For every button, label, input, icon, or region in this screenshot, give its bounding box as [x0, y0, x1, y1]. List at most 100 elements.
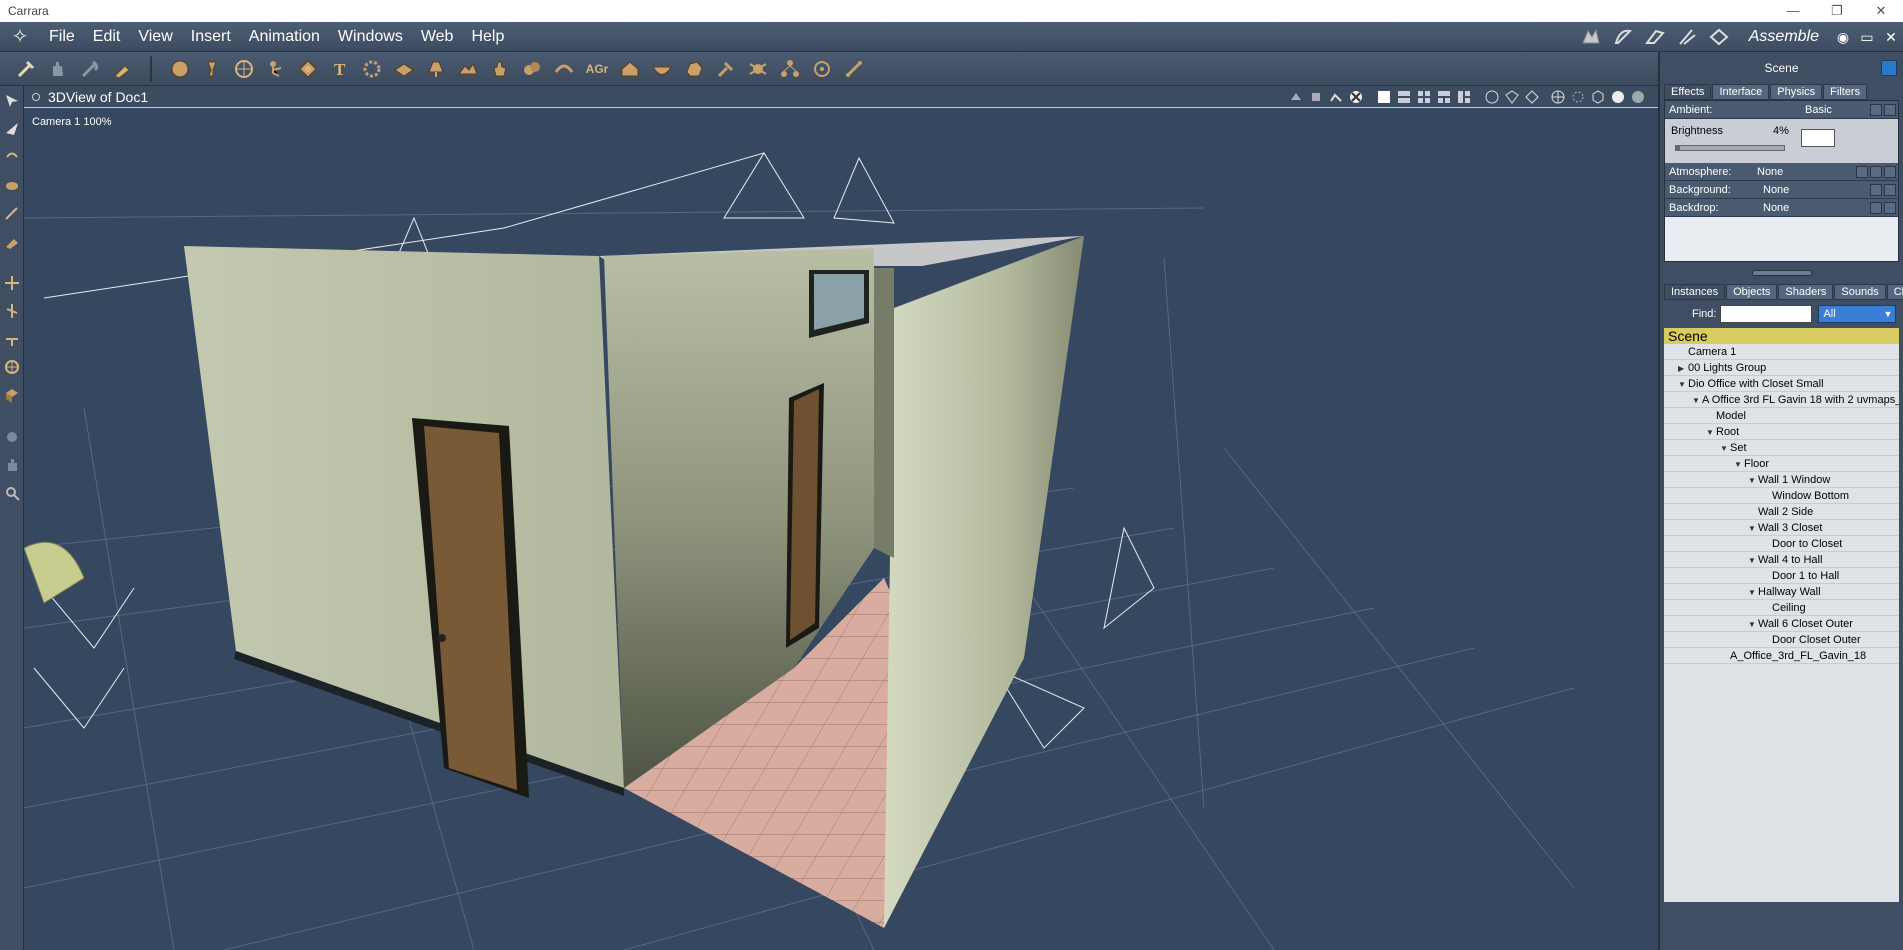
tab-interface[interactable]: Interface — [1712, 84, 1770, 100]
menu-view[interactable]: View — [129, 28, 181, 46]
object-handle[interactable] — [24, 541, 85, 604]
pan-icon[interactable] — [1, 452, 23, 478]
3d-viewport[interactable]: 3DView of Doc1 Camera 1 100% — [24, 86, 1658, 950]
right-wall[interactable] — [884, 236, 1084, 928]
tree-node[interactable]: ▼ Set — [1664, 440, 1899, 456]
menu-insert[interactable]: Insert — [182, 28, 240, 46]
expand-triangle-icon[interactable]: ▼ — [1748, 521, 1758, 537]
metaball-icon[interactable] — [518, 55, 546, 83]
menu-edit[interactable]: Edit — [84, 28, 130, 46]
tab-objects[interactable]: Objects — [1726, 284, 1778, 300]
scene-render[interactable] — [24, 108, 1658, 950]
brush-icon[interactable] — [1, 228, 23, 254]
restore-button[interactable]: ❐ — [1819, 0, 1855, 22]
assemble-room-icon[interactable] — [1576, 24, 1606, 50]
menu-help[interactable]: Help — [462, 28, 513, 46]
menu-animation[interactable]: Animation — [240, 28, 329, 46]
cube-view-icon[interactable] — [1590, 89, 1606, 105]
target-icon[interactable] — [808, 55, 836, 83]
tree-node[interactable]: ▼ Dio Office with Closet Small — [1664, 376, 1899, 392]
expand-triangle-icon[interactable]: ▼ — [1720, 441, 1730, 457]
bowl-icon[interactable] — [648, 55, 676, 83]
background-edit-icon[interactable] — [1870, 183, 1882, 196]
model-room-icon[interactable] — [1608, 24, 1638, 50]
tree-node[interactable]: ▼ A Office 3rd FL Gavin 18 with 2 uvmaps_ — [1664, 392, 1899, 408]
spline-icon[interactable] — [550, 55, 578, 83]
zoom-icon[interactable] — [1, 480, 23, 506]
expand-triangle-icon[interactable]: ▼ — [1734, 457, 1744, 473]
texture-sphere-icon[interactable] — [1630, 89, 1646, 105]
tree-node[interactable]: ▼ Wall 6 Closet Outer — [1664, 616, 1899, 632]
layout-split-icon[interactable] — [1456, 89, 1472, 105]
tree-node[interactable]: Door 1 to Hall — [1664, 568, 1899, 584]
camera-dolly-icon[interactable] — [1, 424, 23, 450]
cone-icon[interactable] — [198, 55, 226, 83]
render-hidden-icon[interactable] — [1524, 89, 1540, 105]
hand-tool-icon[interactable] — [44, 55, 72, 83]
layout-triple-icon[interactable] — [1436, 89, 1452, 105]
bone-icon[interactable] — [840, 55, 868, 83]
rock-icon[interactable] — [680, 55, 708, 83]
expand-triangle-icon[interactable]: ▼ — [1706, 425, 1716, 441]
panel-expand-icon[interactable] — [1881, 60, 1897, 76]
menu-file[interactable]: File — [40, 28, 84, 46]
tree-node[interactable]: ▼ Wall 3 Closet — [1664, 520, 1899, 536]
tab-effects[interactable]: Effects — [1664, 84, 1712, 100]
storyboard-room-icon[interactable] — [1640, 24, 1670, 50]
rotate-icon[interactable] — [1, 144, 23, 170]
room-close-icon[interactable]: ✕ — [1879, 29, 1903, 46]
tree-node[interactable]: Door to Closet — [1664, 536, 1899, 552]
grid-toggle-icon[interactable] — [1348, 89, 1364, 105]
layout-horizontal-icon[interactable] — [1396, 89, 1412, 105]
atmosphere-save-icon[interactable] — [1884, 165, 1896, 178]
gizmo-icon[interactable] — [1, 354, 23, 380]
layout-single-icon[interactable] — [1376, 89, 1392, 105]
brightness-slider[interactable] — [1675, 145, 1785, 151]
find-input[interactable] — [1720, 305, 1813, 323]
tab-shaders[interactable]: Shaders — [1778, 284, 1834, 300]
minimize-button[interactable]: — — [1775, 0, 1811, 22]
viewport-menu-icon[interactable] — [32, 92, 40, 101]
hierarchy-icon[interactable] — [776, 55, 804, 83]
expand-triangle-icon[interactable]: ▼ — [1678, 377, 1688, 393]
constrain-icon[interactable] — [1, 326, 23, 352]
expand-triangle-icon[interactable]: ▼ — [1748, 585, 1758, 601]
atmosphere-edit-icon[interactable] — [1870, 165, 1882, 178]
left-wall[interactable] — [184, 246, 624, 788]
box-icon[interactable] — [1, 382, 23, 408]
filter-select[interactable]: All ▼ — [1818, 305, 1897, 323]
background-save-icon[interactable] — [1884, 183, 1896, 196]
tree-node[interactable]: Ceiling — [1664, 600, 1899, 616]
agr-icon[interactable]: AGr — [582, 55, 612, 83]
close-button[interactable]: ✕ — [1863, 0, 1899, 22]
tab-sounds[interactable]: Sounds — [1834, 284, 1886, 300]
navigate-icon[interactable] — [1550, 89, 1566, 105]
layout-quad-icon[interactable] — [1416, 89, 1432, 105]
tree-node[interactable]: ▼ Floor — [1664, 456, 1899, 472]
tree-node[interactable]: Model — [1664, 408, 1899, 424]
brightness-color-swatch[interactable] — [1801, 129, 1835, 147]
menu-web[interactable]: Web — [412, 28, 463, 46]
camera-select-icon[interactable] — [1288, 89, 1304, 105]
pencil-icon[interactable] — [1, 200, 23, 226]
tree-node[interactable]: ▼ Hallway Wall — [1664, 584, 1899, 600]
tree-node[interactable]: Wall 2 Side — [1664, 504, 1899, 520]
tree-root-scene[interactable]: Scene — [1664, 328, 1899, 344]
plane-icon[interactable] — [390, 55, 418, 83]
spot-light-icon[interactable] — [422, 55, 450, 83]
tree-node[interactable]: ▶ 00 Lights Group — [1664, 360, 1899, 376]
text-icon[interactable]: T — [326, 55, 354, 83]
tree-node[interactable]: ▼ Wall 1 Window — [1664, 472, 1899, 488]
ambient-edit-icon[interactable] — [1870, 103, 1882, 116]
tab-physics[interactable]: Physics — [1770, 84, 1823, 100]
atmosphere-row[interactable]: Atmosphere: None — [1665, 163, 1898, 181]
select-tool-icon[interactable] — [12, 55, 40, 83]
atmosphere-value[interactable]: None — [1757, 166, 1783, 178]
expand-triangle-icon[interactable]: ▼ — [1748, 473, 1758, 489]
atmosphere-grid-icon[interactable] — [1856, 165, 1868, 178]
paint-tool-icon[interactable] — [108, 55, 136, 83]
texture-room-icon[interactable] — [1672, 24, 1702, 50]
globe-icon[interactable] — [230, 55, 258, 83]
arrow-select-icon[interactable] — [1, 88, 23, 114]
panel-splitter[interactable] — [1660, 268, 1903, 278]
